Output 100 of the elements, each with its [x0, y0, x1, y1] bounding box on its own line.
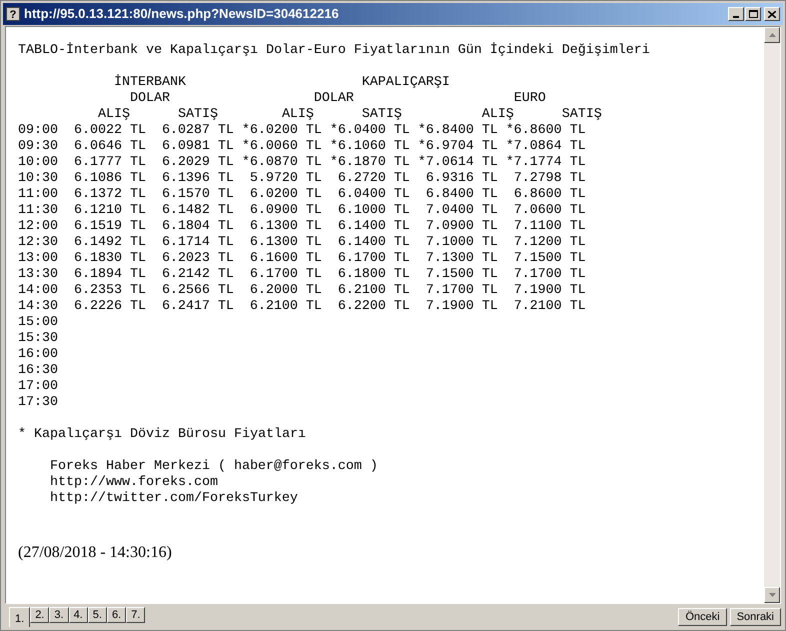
- price-cell-text: 6.1894 TL: [72, 267, 146, 283]
- price-cell-text: *6.0400 TL: [328, 123, 410, 139]
- page-tab[interactable]: 5.: [88, 607, 107, 623]
- price-cell-text: 6.1400 TL: [336, 235, 410, 251]
- column-header: ALIŞ: [482, 107, 514, 123]
- contact-line: http://www.foreks.com: [48, 475, 219, 491]
- price-cell-text: 6.2100 TL: [336, 283, 410, 299]
- price-cell-text: *7.0864 TL: [504, 139, 586, 155]
- time-cell: 09:00: [18, 123, 58, 139]
- close-button[interactable]: [764, 7, 780, 21]
- page-tab[interactable]: 3.: [49, 607, 69, 623]
- time-cell: 14:00: [18, 283, 58, 299]
- price-cell-text: 6.0981 TL: [160, 139, 234, 155]
- price-cell-text: 5.9720 TL: [248, 171, 322, 187]
- price-cell-text: 6.1492 TL: [72, 235, 146, 251]
- price-cell-text: 6.0646 TL: [72, 139, 146, 155]
- column-header: ALIŞ: [282, 107, 314, 123]
- price-cell-text: 7.0600 TL: [512, 203, 586, 219]
- price-cell-text: 6.8600 TL: [512, 187, 586, 203]
- price-cell-text: *7.0614 TL: [416, 155, 498, 171]
- time-cell: 16:00: [18, 347, 58, 363]
- price-cell-text: 6.1714 TL: [160, 235, 234, 251]
- page-tab[interactable]: 4.: [68, 607, 88, 623]
- price-cell-text: 6.1210 TL: [72, 203, 146, 219]
- nav-button[interactable]: Sonraki: [730, 608, 781, 626]
- price-cell-text: 6.1396 TL: [160, 171, 234, 187]
- price-cell-text: 7.1500 TL: [424, 267, 498, 283]
- price-cell-text: 6.2142 TL: [160, 267, 234, 283]
- price-cell-text: 7.1700 TL: [512, 267, 586, 283]
- time-cell: 10:30: [18, 171, 58, 187]
- price-cell-text: 6.2100 TL: [248, 299, 322, 315]
- column-header: SATIŞ: [178, 107, 218, 123]
- time-cell: 14:30: [18, 299, 58, 315]
- price-cell-text: *7.1774 TL: [504, 155, 586, 171]
- price-cell-text: 6.8400 TL: [424, 187, 498, 203]
- price-cell-text: 6.0287 TL: [160, 123, 234, 139]
- price-cell-text: *6.9704 TL: [416, 139, 498, 155]
- price-cell-text: 6.1482 TL: [160, 203, 234, 219]
- scroll-down-icon: [768, 593, 776, 597]
- page-tab[interactable]: 2.: [30, 607, 50, 623]
- time-cell: 13:00: [18, 251, 58, 267]
- time-cell: 17:30: [18, 395, 58, 411]
- column-header: DOLAR: [314, 91, 354, 107]
- column-header: EURO: [514, 91, 546, 107]
- price-cell-text: 6.2566 TL: [160, 283, 234, 299]
- footnote: * Kapalıçarşı Döviz Bürosu Fiyatları: [18, 427, 307, 443]
- window-title: http://95.0.13.121:80/news.php?NewsID=304612216: [24, 5, 340, 24]
- price-cell-text: 6.1300 TL: [248, 235, 322, 251]
- price-cell-text: 6.1600 TL: [248, 251, 322, 267]
- price-cell-text: 6.1570 TL: [160, 187, 234, 203]
- page-tab[interactable]: 6.: [106, 607, 126, 623]
- price-cell-text: *6.0200 TL: [240, 123, 322, 139]
- price-cell-text: 6.1519 TL: [72, 219, 146, 235]
- price-cell-text: 6.2200 TL: [336, 299, 410, 315]
- price-cell-text: 7.1500 TL: [512, 251, 586, 267]
- price-cell-text: *6.1870 TL: [328, 155, 410, 171]
- time-cell: 13:30: [18, 267, 58, 283]
- column-header: SATIŞ: [562, 107, 602, 123]
- minimize-button[interactable]: [728, 7, 744, 21]
- price-cell-text: *6.8400 TL: [416, 123, 498, 139]
- time-cell: 15:00: [18, 315, 58, 331]
- time-cell: 17:00: [18, 379, 58, 395]
- time-cell: 09:30: [18, 139, 58, 155]
- price-cell-text: 6.1372 TL: [72, 187, 146, 203]
- column-header: ALIŞ: [98, 107, 130, 123]
- help-icon: ?: [6, 7, 20, 21]
- time-cell: 10:00: [18, 155, 58, 171]
- price-cell-text: 6.2720 TL: [336, 171, 410, 187]
- time-cell: 12:30: [18, 235, 58, 251]
- page-tab[interactable]: 1.: [9, 607, 30, 627]
- price-cell-text: 7.2100 TL: [512, 299, 586, 315]
- price-cell-text: 6.2226 TL: [72, 299, 146, 315]
- column-header: KAPALIÇARŞI: [362, 75, 450, 91]
- news-heading: TABLO-İnterbank ve Kapalıçarşı Dolar-Euro Fiyatlarının Gün İçindeki Değişimleri: [18, 43, 651, 59]
- column-header: SATIŞ: [362, 107, 402, 123]
- price-cell-text: *6.1060 TL: [328, 139, 410, 155]
- price-cell-text: 7.1900 TL: [512, 283, 586, 299]
- timestamp: (27/08/2018 - 14:30:16): [18, 544, 173, 562]
- price-cell-text: 7.0900 TL: [424, 219, 498, 235]
- price-cell-text: 6.1777 TL: [72, 155, 146, 171]
- price-cell-text: 7.1100 TL: [512, 219, 586, 235]
- time-cell: 11:00: [18, 187, 58, 203]
- scrollbar[interactable]: [764, 27, 780, 603]
- price-cell-text: 6.0400 TL: [336, 187, 410, 203]
- price-cell-text: 6.1700 TL: [336, 251, 410, 267]
- time-cell: 11:30: [18, 203, 58, 219]
- price-cell-text: 6.2353 TL: [72, 283, 146, 299]
- maximize-button[interactable]: [745, 7, 761, 21]
- time-cell: 15:30: [18, 331, 58, 347]
- price-cell-text: 6.1300 TL: [248, 219, 322, 235]
- price-cell-text: 6.9316 TL: [424, 171, 498, 187]
- price-cell-text: *6.0870 TL: [240, 155, 322, 171]
- page-tab[interactable]: 7.: [126, 607, 146, 623]
- price-cell-text: 7.1700 TL: [424, 283, 498, 299]
- price-cell-text: 6.1086 TL: [72, 171, 146, 187]
- close-icon: [768, 10, 776, 18]
- nav-button[interactable]: Önceki: [678, 608, 727, 626]
- price-cell-text: 7.1000 TL: [424, 235, 498, 251]
- price-cell-text: *6.0060 TL: [240, 139, 322, 155]
- price-cell-text: 6.1000 TL: [336, 203, 410, 219]
